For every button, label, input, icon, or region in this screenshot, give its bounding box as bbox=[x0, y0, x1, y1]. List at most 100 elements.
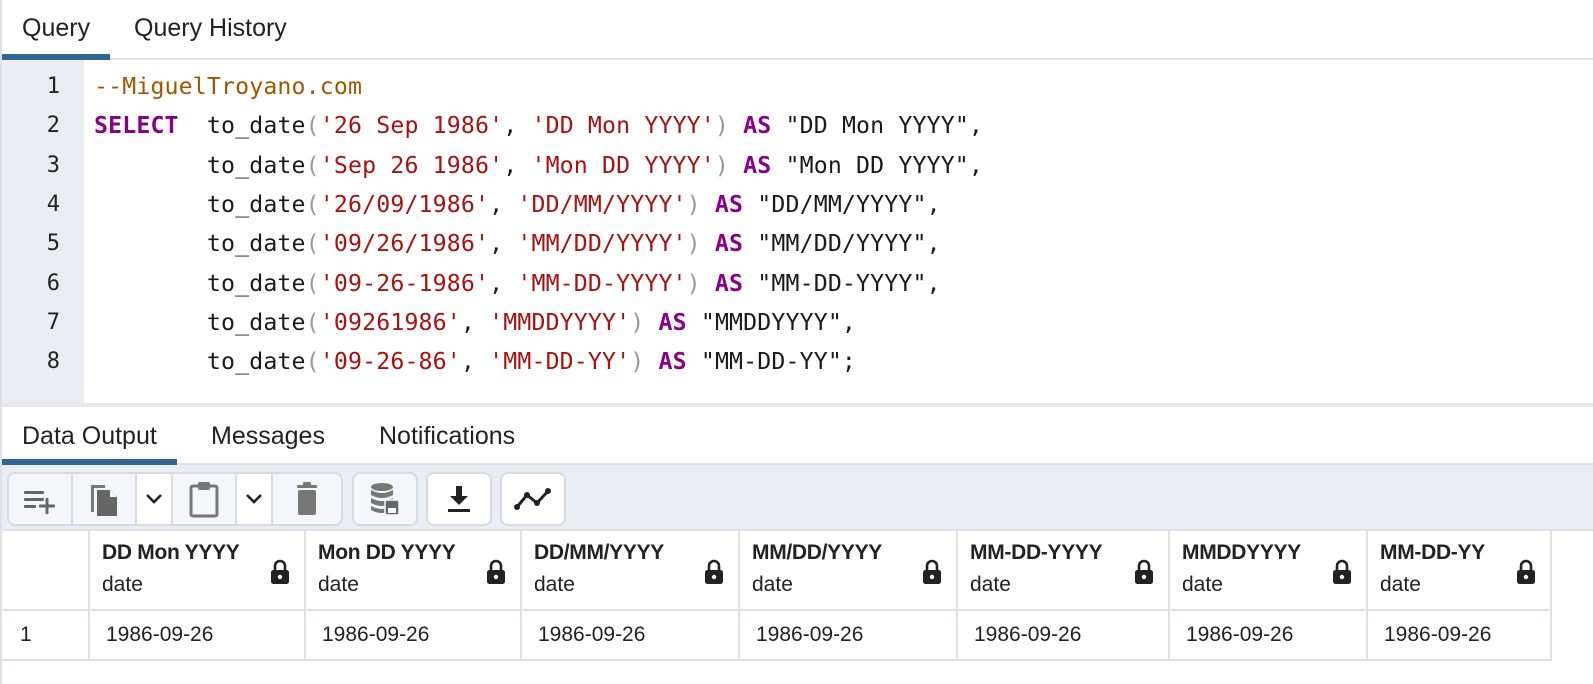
tab-messages[interactable]: Messages bbox=[191, 407, 345, 463]
code-line: to_date('09-26-1986', 'MM-DD-YYYY') AS "… bbox=[94, 270, 941, 297]
line-number: 4 bbox=[46, 191, 60, 217]
row-number: 1 bbox=[20, 623, 32, 646]
paste-options-dropdown[interactable] bbox=[237, 474, 273, 524]
sql-string-literal: '09261986' bbox=[319, 308, 461, 336]
sql-text: , bbox=[503, 112, 532, 140]
lock-icon bbox=[1134, 559, 1154, 590]
cell-value: 1986-09-26 bbox=[974, 623, 1082, 646]
sql-text: , bbox=[489, 230, 518, 258]
column-type: date bbox=[970, 573, 1011, 596]
sql-text: "MM-DD-YYYY", bbox=[743, 269, 941, 297]
column-name: DD Mon YYYY bbox=[102, 541, 240, 564]
sql-editor[interactable]: 1 2 3 4 5 6 7 8 --MiguelTroyano.com SELECT to_da… bbox=[2, 60, 1593, 405]
download-csv[interactable] bbox=[428, 474, 490, 524]
column-header[interactable]: DD/MM/YYYY date bbox=[522, 531, 740, 611]
data-cell[interactable]: 1986-09-26 bbox=[1368, 611, 1552, 661]
sql-text: to_date bbox=[94, 230, 306, 258]
tab-query-history[interactable]: Query History bbox=[114, 0, 307, 58]
copy-options-dropdown[interactable] bbox=[137, 474, 173, 524]
sql-text: "MM-DD-YY"; bbox=[686, 348, 857, 376]
sql-keyword: AS bbox=[743, 151, 772, 179]
column-header[interactable]: DD Mon YYYY date bbox=[90, 531, 306, 611]
sql-keyword: AS bbox=[714, 269, 744, 297]
sql-text: "MM/DD/YYYY", bbox=[743, 230, 941, 258]
sql-keyword: SELECT bbox=[94, 112, 179, 140]
lock-icon bbox=[922, 559, 942, 590]
data-output-toolbar bbox=[2, 465, 1593, 531]
column-header[interactable]: MM/DD/YYYY date bbox=[740, 531, 958, 611]
sql-text: to_date bbox=[94, 190, 306, 218]
sql-paren: ( bbox=[305, 348, 320, 376]
sql-text: to_date bbox=[94, 348, 306, 376]
chevron-down-icon bbox=[246, 494, 262, 504]
delete-icon bbox=[297, 482, 317, 515]
data-cell[interactable]: 1986-09-26 bbox=[1170, 611, 1368, 661]
paste-button[interactable] bbox=[173, 474, 237, 524]
code-line: --MiguelTroyano.com bbox=[94, 73, 362, 100]
sql-paren: ) bbox=[630, 308, 645, 336]
column-type: date bbox=[1182, 573, 1223, 596]
line-number: 6 bbox=[46, 270, 60, 296]
graph-visualiser-button[interactable] bbox=[500, 472, 566, 526]
column-header[interactable]: MM-DD-YYYY date bbox=[958, 531, 1170, 611]
row-number-header[interactable] bbox=[2, 531, 90, 611]
sql-string-literal: 'MM-DD-YYYY' bbox=[517, 269, 687, 297]
data-cell[interactable]: 1986-09-26 bbox=[522, 611, 740, 661]
sql-paren: ( bbox=[305, 269, 320, 297]
sql-text: "Mon DD YYYY", bbox=[771, 151, 984, 179]
graph-icon bbox=[514, 488, 551, 510]
column-name: MM-DD-YYYY bbox=[970, 541, 1103, 564]
lock-icon bbox=[270, 559, 290, 590]
sql-string-literal: 'MM-DD-YY' bbox=[489, 348, 631, 376]
sql-string-literal: 'DD Mon YYYY' bbox=[531, 112, 715, 140]
row-number-cell[interactable]: 1 bbox=[2, 611, 90, 661]
cell-value: 1986-09-26 bbox=[1186, 623, 1294, 646]
sql-string-literal: 'Mon DD YYYY' bbox=[531, 151, 715, 179]
line-number: 2 bbox=[46, 113, 60, 139]
sql-text: "DD/MM/YYYY", bbox=[743, 190, 941, 218]
cell-value: 1986-09-26 bbox=[322, 623, 430, 646]
column-name: Mon DD YYYY bbox=[318, 541, 456, 564]
copy-button[interactable] bbox=[73, 474, 137, 524]
download-button[interactable] bbox=[426, 472, 492, 526]
sql-text: to_date bbox=[94, 269, 306, 297]
save-data-changes[interactable] bbox=[354, 474, 416, 524]
data-cell[interactable]: 1986-09-26 bbox=[306, 611, 522, 661]
column-header[interactable]: Mon DD YYYY date bbox=[306, 531, 522, 611]
sql-comment: --MiguelTroyano.com bbox=[94, 73, 363, 100]
column-header[interactable]: MM-DD-YY date bbox=[1368, 531, 1552, 611]
sql-paren: ( bbox=[305, 190, 320, 218]
data-cell[interactable]: 1986-09-26 bbox=[740, 611, 958, 661]
edit-button-group bbox=[7, 472, 343, 526]
add-row-button[interactable] bbox=[9, 474, 73, 524]
delete-button[interactable] bbox=[273, 474, 341, 524]
save-data-button[interactable] bbox=[352, 472, 418, 526]
sql-string-literal: 'MMDDYYYY' bbox=[489, 308, 631, 336]
line-number: 7 bbox=[46, 309, 60, 335]
line-number: 5 bbox=[46, 231, 60, 257]
download-icon bbox=[448, 486, 470, 512]
cell-value: 1986-09-26 bbox=[538, 623, 646, 646]
sql-paren: ) bbox=[630, 348, 645, 376]
tab-query[interactable]: Query bbox=[2, 0, 111, 60]
sql-string-literal: 'DD/MM/YYYY' bbox=[517, 190, 687, 218]
data-cell[interactable]: 1986-09-26 bbox=[958, 611, 1170, 661]
data-cell[interactable]: 1986-09-26 bbox=[90, 611, 306, 661]
sql-text: "MMDDYYYY", bbox=[686, 308, 857, 336]
column-header[interactable]: MMDDYYYY date bbox=[1170, 531, 1368, 611]
sql-string-literal: '09-26-1986' bbox=[319, 269, 490, 297]
sql-string-literal: '09-26-86' bbox=[319, 348, 461, 376]
sql-paren: ( bbox=[305, 230, 320, 258]
sql-keyword: AS bbox=[658, 308, 687, 336]
line-number: 8 bbox=[46, 349, 60, 375]
tab-notifications[interactable]: Notifications bbox=[359, 407, 535, 463]
graph-visualiser[interactable] bbox=[502, 474, 564, 524]
sql-keyword: AS bbox=[714, 190, 744, 218]
tab-data-output[interactable]: Data Output bbox=[2, 407, 177, 465]
code-line: to_date('09/26/1986', 'MM/DD/YYYY') AS "… bbox=[94, 230, 941, 257]
sql-string-literal: '09/26/1986' bbox=[319, 230, 490, 258]
